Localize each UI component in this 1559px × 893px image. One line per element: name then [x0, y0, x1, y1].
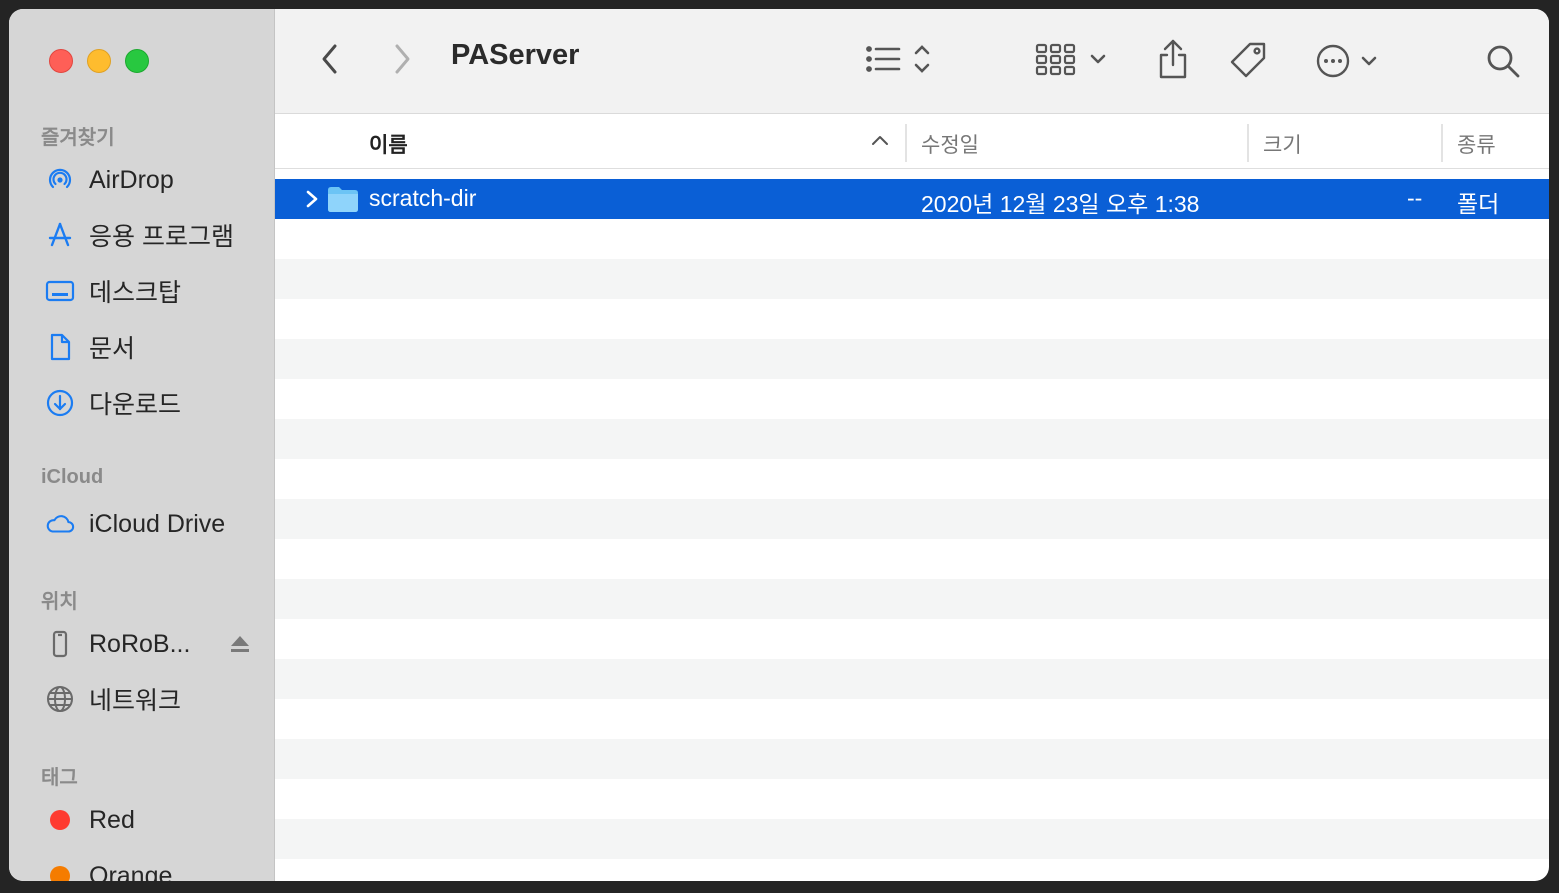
empty-row [275, 259, 1549, 299]
file-list: scratch-dir 2020년 12월 23일 오후 1:38 -- 폴더 [275, 179, 1549, 881]
column-divider[interactable] [1247, 124, 1249, 162]
sidebar-item-airdrop[interactable]: AirDrop [45, 160, 265, 200]
ellipsis-circle-icon [1316, 44, 1377, 78]
chevron-left-icon [322, 44, 337, 74]
action-menu-button[interactable] [1313, 39, 1383, 83]
airdrop-icon [45, 165, 75, 195]
sidebar-item-label: AirDrop [89, 165, 174, 194]
table-row[interactable]: scratch-dir 2020년 12월 23일 오후 1:38 -- 폴더 [275, 179, 1549, 219]
sidebar-item-desktop[interactable]: 데스크탑 [45, 271, 265, 311]
search-icon [1487, 45, 1520, 78]
empty-row [275, 419, 1549, 459]
forward-button[interactable] [387, 41, 417, 77]
sidebar-item-documents[interactable]: 문서 [45, 327, 265, 367]
document-icon [45, 332, 75, 362]
minimize-button[interactable] [87, 49, 111, 73]
cloud-icon [45, 509, 75, 539]
sidebar-item-tag-red[interactable]: Red [45, 800, 265, 840]
empty-row [275, 499, 1549, 539]
sidebar-item-tag-orange[interactable]: Orange [45, 856, 265, 881]
toolbar: PAServer [275, 9, 1549, 114]
window-title: PAServer [451, 39, 580, 71]
favorites-header: 즐겨찾기 [41, 127, 115, 149]
share-icon [1159, 39, 1187, 79]
tags-header: 태그 [41, 767, 78, 789]
grid-icon [1035, 43, 1106, 76]
sidebar-item-label: 문서 [89, 335, 136, 363]
list-view-icon [866, 45, 930, 73]
eject-icon[interactable] [229, 633, 251, 660]
view-mode-button[interactable] [857, 39, 937, 79]
sidebar-item-applications[interactable]: 응용 프로그램 [45, 215, 265, 255]
tag-dot-wrapper [45, 805, 75, 835]
group-button[interactable] [1031, 39, 1115, 79]
sidebar-item-icloud-drive[interactable]: iCloud Drive [45, 504, 265, 544]
sidebar-item-network[interactable]: 네트워크 [45, 679, 265, 719]
empty-row [275, 619, 1549, 659]
column-divider[interactable] [905, 124, 907, 162]
sidebar-item-label: Orange [89, 861, 173, 882]
finder-window: 즐겨찾기 AirDrop 응용 프로그램 데스크탑 문서 다운로드 iCloud… [9, 9, 1549, 881]
close-button[interactable] [49, 49, 73, 73]
main-pane: PAServer 이름 수정일 크기 종류 scratch-dir 2020년 … [275, 9, 1549, 881]
sidebar-item-device[interactable]: RoRoB... [45, 624, 265, 664]
file-name: scratch-dir [369, 185, 477, 211]
file-modified: 2020년 12월 23일 오후 1:38 [921, 191, 1200, 217]
empty-row [275, 819, 1549, 859]
column-header: 이름 수정일 크기 종류 [275, 114, 1549, 169]
sidebar-item-label: 다운로드 [89, 391, 182, 419]
column-modified[interactable]: 수정일 [921, 129, 979, 159]
window-controls [49, 49, 149, 73]
desktop-icon [45, 276, 75, 306]
folder-icon [327, 185, 359, 218]
locations-header: 위치 [41, 591, 78, 613]
sort-ascending-icon[interactable] [871, 133, 889, 152]
disclosure-chevron-icon[interactable] [305, 189, 319, 214]
back-button[interactable] [315, 41, 345, 77]
empty-row [275, 539, 1549, 579]
globe-icon [45, 684, 75, 714]
empty-row [275, 299, 1549, 339]
icloud-header: iCloud [41, 466, 104, 488]
tag-button[interactable] [1227, 39, 1271, 83]
applications-icon [45, 220, 75, 250]
empty-row [275, 459, 1549, 499]
column-kind[interactable]: 종류 [1457, 129, 1496, 159]
column-name[interactable]: 이름 [369, 129, 408, 159]
sidebar-item-label: iCloud Drive [89, 509, 226, 538]
share-button[interactable] [1153, 35, 1193, 83]
sidebar-item-label: 데스크탑 [89, 279, 182, 307]
empty-row [275, 699, 1549, 739]
orange-tag-icon [50, 866, 70, 881]
empty-row [275, 579, 1549, 619]
sidebar-item-label: 네트워크 [89, 687, 182, 715]
column-size[interactable]: 크기 [1263, 129, 1302, 159]
empty-row [275, 659, 1549, 699]
sidebar: 즐겨찾기 AirDrop 응용 프로그램 데스크탑 문서 다운로드 iCloud… [9, 9, 275, 881]
column-divider[interactable] [1441, 124, 1443, 162]
tag-dot-wrapper [45, 861, 75, 881]
empty-row [275, 739, 1549, 779]
sidebar-item-label: RoRoB... [89, 629, 191, 658]
empty-row [275, 339, 1549, 379]
file-size: -- [1407, 185, 1423, 211]
tag-icon [1230, 42, 1266, 78]
sidebar-item-label: Red [89, 805, 135, 834]
zoom-button[interactable] [125, 49, 149, 73]
chevron-right-icon [395, 44, 410, 74]
red-tag-icon [50, 810, 70, 830]
empty-row [275, 219, 1549, 259]
search-button[interactable] [1483, 41, 1523, 81]
empty-row [275, 779, 1549, 819]
sidebar-item-label: 응용 프로그램 [89, 223, 234, 251]
phone-icon [45, 629, 75, 659]
sidebar-item-downloads[interactable]: 다운로드 [45, 383, 265, 423]
download-icon [45, 388, 75, 418]
empty-row [275, 379, 1549, 419]
file-kind: 폴더 [1457, 191, 1500, 217]
